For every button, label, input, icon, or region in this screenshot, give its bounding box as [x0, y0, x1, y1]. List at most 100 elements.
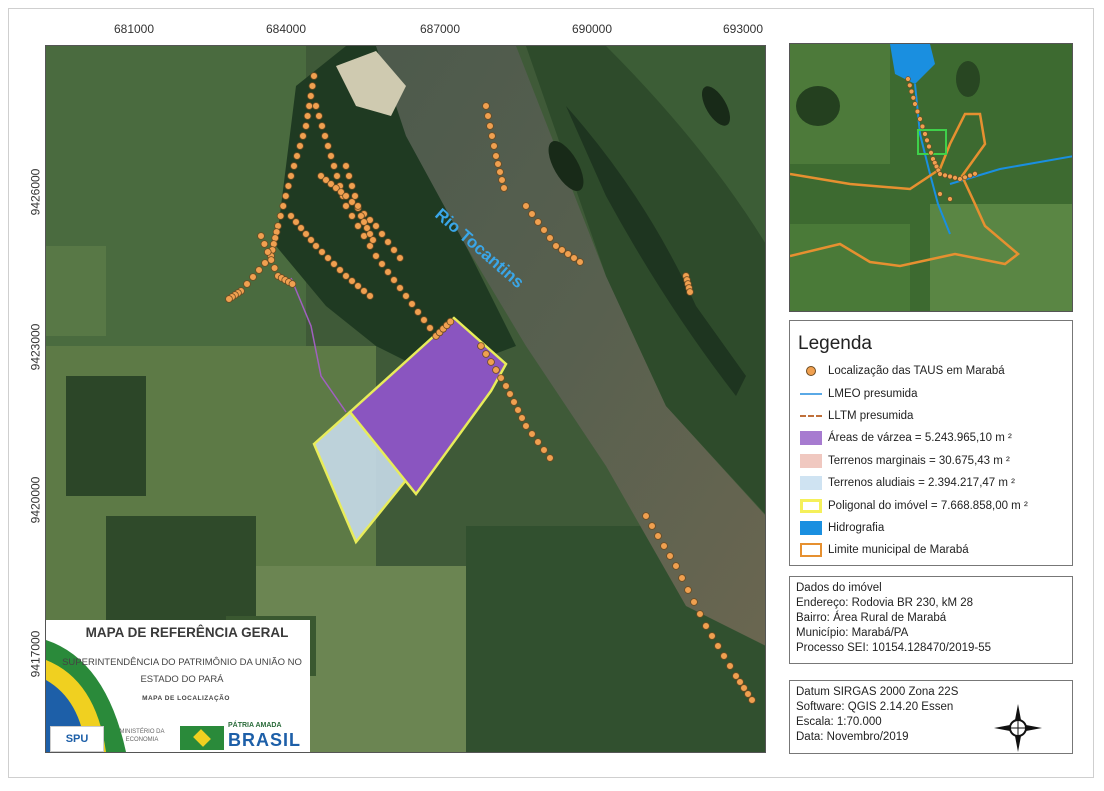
x-tick-label: 693000: [722, 22, 764, 36]
taus-location-point: [497, 374, 505, 382]
taus-location-point: [518, 414, 526, 422]
taus-location-point: [500, 184, 508, 192]
property-info-neighborhood: Bairro: Área Rural de Marabá: [796, 612, 947, 624]
legend-item-lltm: LLTM presumida: [800, 407, 913, 425]
taus-location-point: [310, 72, 318, 80]
taus-location-point: [342, 162, 350, 170]
taus-location-point: [366, 292, 374, 300]
outline-swatch-icon: [800, 543, 822, 557]
taus-location-point: [276, 212, 285, 220]
taus-location-point: [287, 172, 295, 180]
taus-location-point: [534, 438, 542, 446]
taus-location-point: [534, 218, 542, 226]
taus-location-point: [907, 82, 913, 88]
taus-location-point: [378, 230, 386, 238]
taus-location-point: [528, 210, 536, 218]
taus-location-point: [686, 288, 694, 296]
taus-location-point: [293, 152, 301, 160]
taus-location-point: [494, 160, 502, 168]
taus-location-point: [908, 88, 915, 95]
map-subtitle: SUPERINTENDÊNCIA DO PATRIMÔNIO DA UNIÃO …: [62, 657, 302, 685]
taus-location-point: [292, 218, 300, 226]
taus-location-point: [354, 282, 362, 290]
taus-location-point: [342, 272, 350, 280]
taus-location-point: [348, 182, 356, 190]
taus-location-point: [690, 598, 698, 606]
taus-location-point: [678, 574, 686, 582]
ministry-logo: MINISTÉRIO DA ECONOMIA: [119, 729, 165, 743]
legend-title: Legenda: [798, 333, 872, 354]
taus-location-point: [354, 222, 362, 230]
taus-location-point: [333, 172, 341, 180]
x-tick-label: 690000: [571, 22, 613, 36]
taus-location-point: [297, 224, 305, 232]
taus-location-point: [910, 95, 917, 101]
taus-location-point: [342, 192, 350, 200]
taus-location-point: [942, 172, 948, 179]
taus-location-point: [666, 552, 674, 560]
taus-location-point: [502, 382, 510, 390]
taus-location-point: [962, 174, 968, 181]
taus-location-point: [488, 132, 496, 140]
taus-location-point: [336, 266, 344, 274]
taus-location-point: [522, 422, 530, 430]
taus-location-point: [570, 254, 578, 262]
taus-location-point: [372, 252, 380, 260]
legend-item-varzea: Áreas de várzea = 5.243.965,10 m ²: [800, 429, 1012, 447]
inset-map[interactable]: [789, 43, 1073, 312]
map-type-label: MAPA DE LOCALIZAÇÃO: [142, 695, 230, 702]
fill-swatch-icon: [800, 431, 822, 445]
taus-location-point: [498, 176, 506, 184]
taus-location-point: [303, 112, 312, 120]
taus-location-point: [312, 242, 320, 250]
taus-location-point: [558, 246, 566, 254]
taus-location-point: [384, 238, 392, 246]
taus-location-point: [299, 132, 307, 140]
x-tick-label: 681000: [113, 22, 155, 36]
taus-location-point: [402, 292, 410, 300]
taus-location-point: [736, 678, 744, 686]
fill-swatch-icon: [800, 454, 822, 468]
taus-location-point: [384, 268, 392, 276]
legend-item-lmeo: LMEO presumida: [800, 385, 917, 403]
taus-location-point: [506, 390, 514, 398]
x-tick-label: 687000: [419, 22, 461, 36]
taus-location-point: [748, 696, 756, 704]
taus-location-point: [546, 454, 554, 462]
taus-location-point: [937, 171, 943, 177]
taus-location-point: [261, 259, 269, 267]
taus-location-point: [928, 150, 934, 156]
taus-location-point: [257, 232, 265, 240]
taus-location-point: [496, 168, 504, 176]
taus-location-point: [648, 522, 656, 530]
taus-location-point: [720, 652, 728, 660]
taus-location-point: [414, 308, 422, 316]
taus-location-point: [396, 254, 404, 262]
taus-location-point: [732, 672, 740, 680]
taus-location-point: [225, 295, 233, 303]
taus-location-point: [348, 212, 356, 220]
map-title: MAPA DE REFERÊNCIA GERAL: [85, 625, 289, 640]
map-info-datum: Datum SIRGAS 2000 Zona 22S: [796, 686, 959, 698]
spu-logo: SPU: [50, 726, 104, 752]
taus-location-point: [952, 175, 958, 181]
taus-location-point: [396, 284, 404, 292]
legend-item-terrenos-aludiais: Terrenos aludiais = 2.394.217,47 m ²: [800, 474, 1015, 492]
taus-location-point: [937, 191, 943, 197]
taus-location-point: [917, 116, 923, 122]
taus-location-point: [528, 430, 536, 438]
taus-location-point: [914, 108, 921, 115]
taus-location-point: [684, 586, 692, 594]
taus-location-point: [354, 202, 362, 210]
taus-location-point: [576, 258, 584, 266]
taus-location-point: [905, 76, 911, 82]
taus-location-point: [306, 92, 315, 100]
line-icon: [800, 387, 822, 401]
taus-location-point: [270, 264, 279, 272]
taus-location-point: [345, 172, 353, 180]
taus-location-point: [926, 143, 932, 150]
legend-item-poligonal: Poligonal do imóvel = 7.668.858,00 m ²: [800, 497, 1028, 515]
taus-location-point: [305, 102, 314, 110]
taus-location-point: [540, 446, 548, 454]
taus-location-point: [492, 366, 500, 374]
